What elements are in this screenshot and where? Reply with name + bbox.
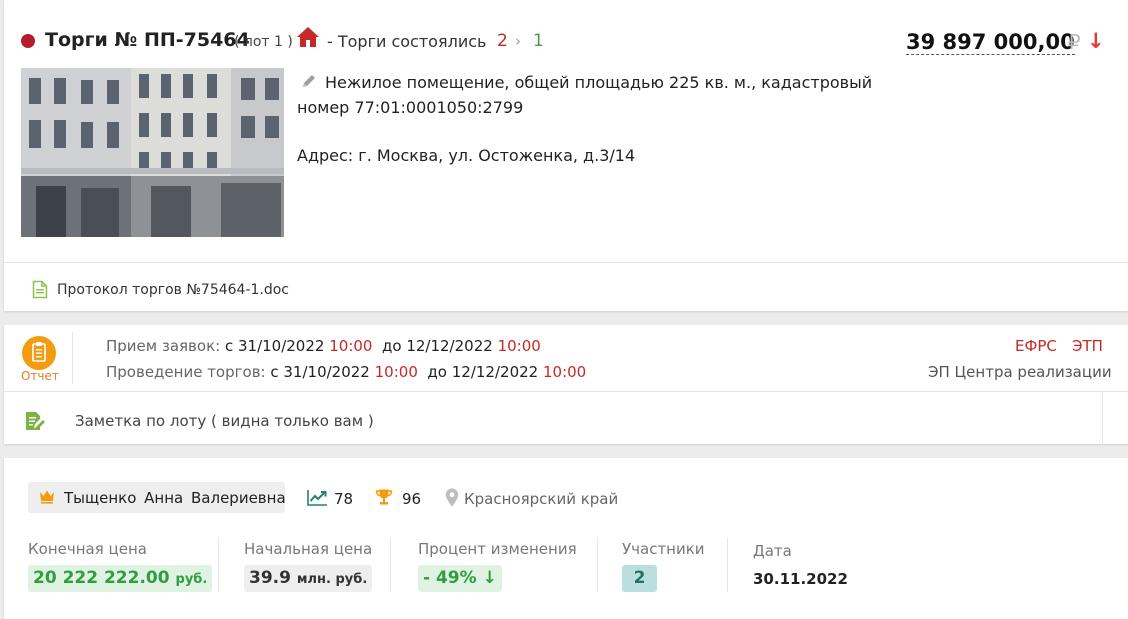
lot-address: Адрес: г. Москва, ул. Остоженка, д.3/14 bbox=[297, 146, 636, 165]
start-price-value: 39.9 млн. руб. bbox=[244, 565, 373, 592]
report-button[interactable] bbox=[22, 336, 56, 370]
auction-status: - Торги состоялись bbox=[327, 32, 487, 51]
down-arrow-icon: ↓ bbox=[482, 568, 497, 588]
lot-number: ( лот 1 ) bbox=[234, 34, 293, 50]
price-down-arrow-icon: ↓ bbox=[1087, 29, 1105, 53]
auction-row: Проведение торгов: с 31/10/2022 10:00 до… bbox=[106, 363, 586, 381]
winner-name: Тыщенко Анна Валериевна bbox=[64, 489, 286, 507]
start-price-unit: млн. руб. bbox=[296, 572, 368, 587]
final-price-number: 20 222 222.00 bbox=[33, 568, 170, 588]
divider bbox=[218, 538, 219, 592]
divider bbox=[72, 332, 73, 384]
trend-value: 78 bbox=[334, 490, 354, 508]
applications-from: с 31/10/2022 bbox=[224, 337, 325, 355]
lot-title[interactable]: Торги № ПП-75464 bbox=[45, 29, 250, 51]
divider bbox=[1102, 393, 1103, 444]
platform-name: ЭП Центра реализации bbox=[928, 363, 1112, 381]
applications-from-time: 10:00 bbox=[329, 337, 373, 355]
efrs-link[interactable]: ЕФРС bbox=[1015, 337, 1057, 355]
stage-to: 1 bbox=[533, 31, 544, 51]
applications-row: Прием заявок: с 31/10/2022 10:00 до 12/1… bbox=[106, 337, 541, 355]
stage-arrow-icon: › bbox=[515, 32, 521, 50]
final-price-value: 20 222 222.00 руб. bbox=[28, 565, 213, 592]
crown-icon bbox=[40, 490, 54, 504]
final-price-label: Конечная цена bbox=[28, 540, 147, 558]
auction-to-time: 10:00 bbox=[542, 363, 587, 381]
date-label: Дата bbox=[753, 542, 792, 560]
change-percent-number: - 49% bbox=[423, 568, 477, 588]
lot-card: Торги № ПП-75464 ( лот 1 ) - Торги состо… bbox=[4, 0, 1128, 311]
divider bbox=[727, 538, 728, 592]
lot-price[interactable]: 39 897 000,00 bbox=[906, 30, 1075, 55]
stage-from: 2 bbox=[497, 31, 508, 51]
divider bbox=[390, 538, 391, 592]
note-edit-icon[interactable] bbox=[23, 409, 47, 433]
lot-description: Нежилое помещение, общей площадью 225 кв… bbox=[297, 73, 873, 117]
auction-from-time: 10:00 bbox=[374, 363, 418, 381]
divider bbox=[4, 262, 1128, 263]
change-percent-value: - 49% ↓ bbox=[418, 565, 502, 592]
etp-link[interactable]: ЭТП bbox=[1072, 337, 1103, 355]
final-price-unit: руб. bbox=[175, 572, 208, 587]
start-price-number: 39.9 bbox=[249, 568, 291, 588]
divider bbox=[597, 538, 598, 592]
report-icon bbox=[32, 342, 46, 362]
winner-chip[interactable]: Тыщенко Анна Валериевна bbox=[28, 482, 286, 513]
protocol-document-link[interactable]: Протокол торгов №75464-1.doc bbox=[57, 282, 289, 298]
document-icon bbox=[32, 280, 48, 299]
trophy-icon bbox=[375, 489, 393, 505]
lot-note-field[interactable]: Заметка по лоту ( видна только вам ) bbox=[75, 412, 374, 430]
applications-to: до 12/12/2022 bbox=[382, 337, 493, 355]
currency-symbol: ₽ bbox=[1068, 30, 1081, 54]
trend-chart-icon bbox=[307, 490, 327, 506]
region-label: Красноярский край bbox=[464, 490, 619, 508]
change-percent-label: Процент изменения bbox=[418, 540, 577, 558]
location-pin-icon bbox=[445, 488, 459, 507]
participants-count[interactable]: 2 bbox=[622, 565, 657, 592]
applications-to-time: 10:00 bbox=[497, 337, 541, 355]
applications-label: Прием заявок: bbox=[106, 337, 221, 355]
building-photo bbox=[21, 68, 284, 237]
auction-label: Проведение торгов: bbox=[106, 363, 266, 381]
date-value: 30.11.2022 bbox=[753, 570, 848, 588]
auction-from: с 31/10/2022 bbox=[270, 363, 370, 381]
home-icon bbox=[297, 27, 319, 47]
start-price-label: Начальная цена bbox=[244, 540, 373, 558]
status-dot bbox=[21, 34, 35, 48]
lot-photo[interactable] bbox=[21, 68, 284, 237]
result-card: Тыщенко Анна Валериевна 78 96 Красноярск… bbox=[4, 458, 1128, 619]
auction-to: до 12/12/2022 bbox=[427, 363, 539, 381]
schedule-card: Отчет Прием заявок: с 31/10/2022 10:00 д… bbox=[4, 325, 1128, 444]
participants-label: Участники bbox=[622, 540, 705, 558]
trophy-value: 96 bbox=[402, 490, 422, 508]
report-label: Отчет bbox=[21, 369, 59, 383]
divider bbox=[4, 391, 1128, 392]
